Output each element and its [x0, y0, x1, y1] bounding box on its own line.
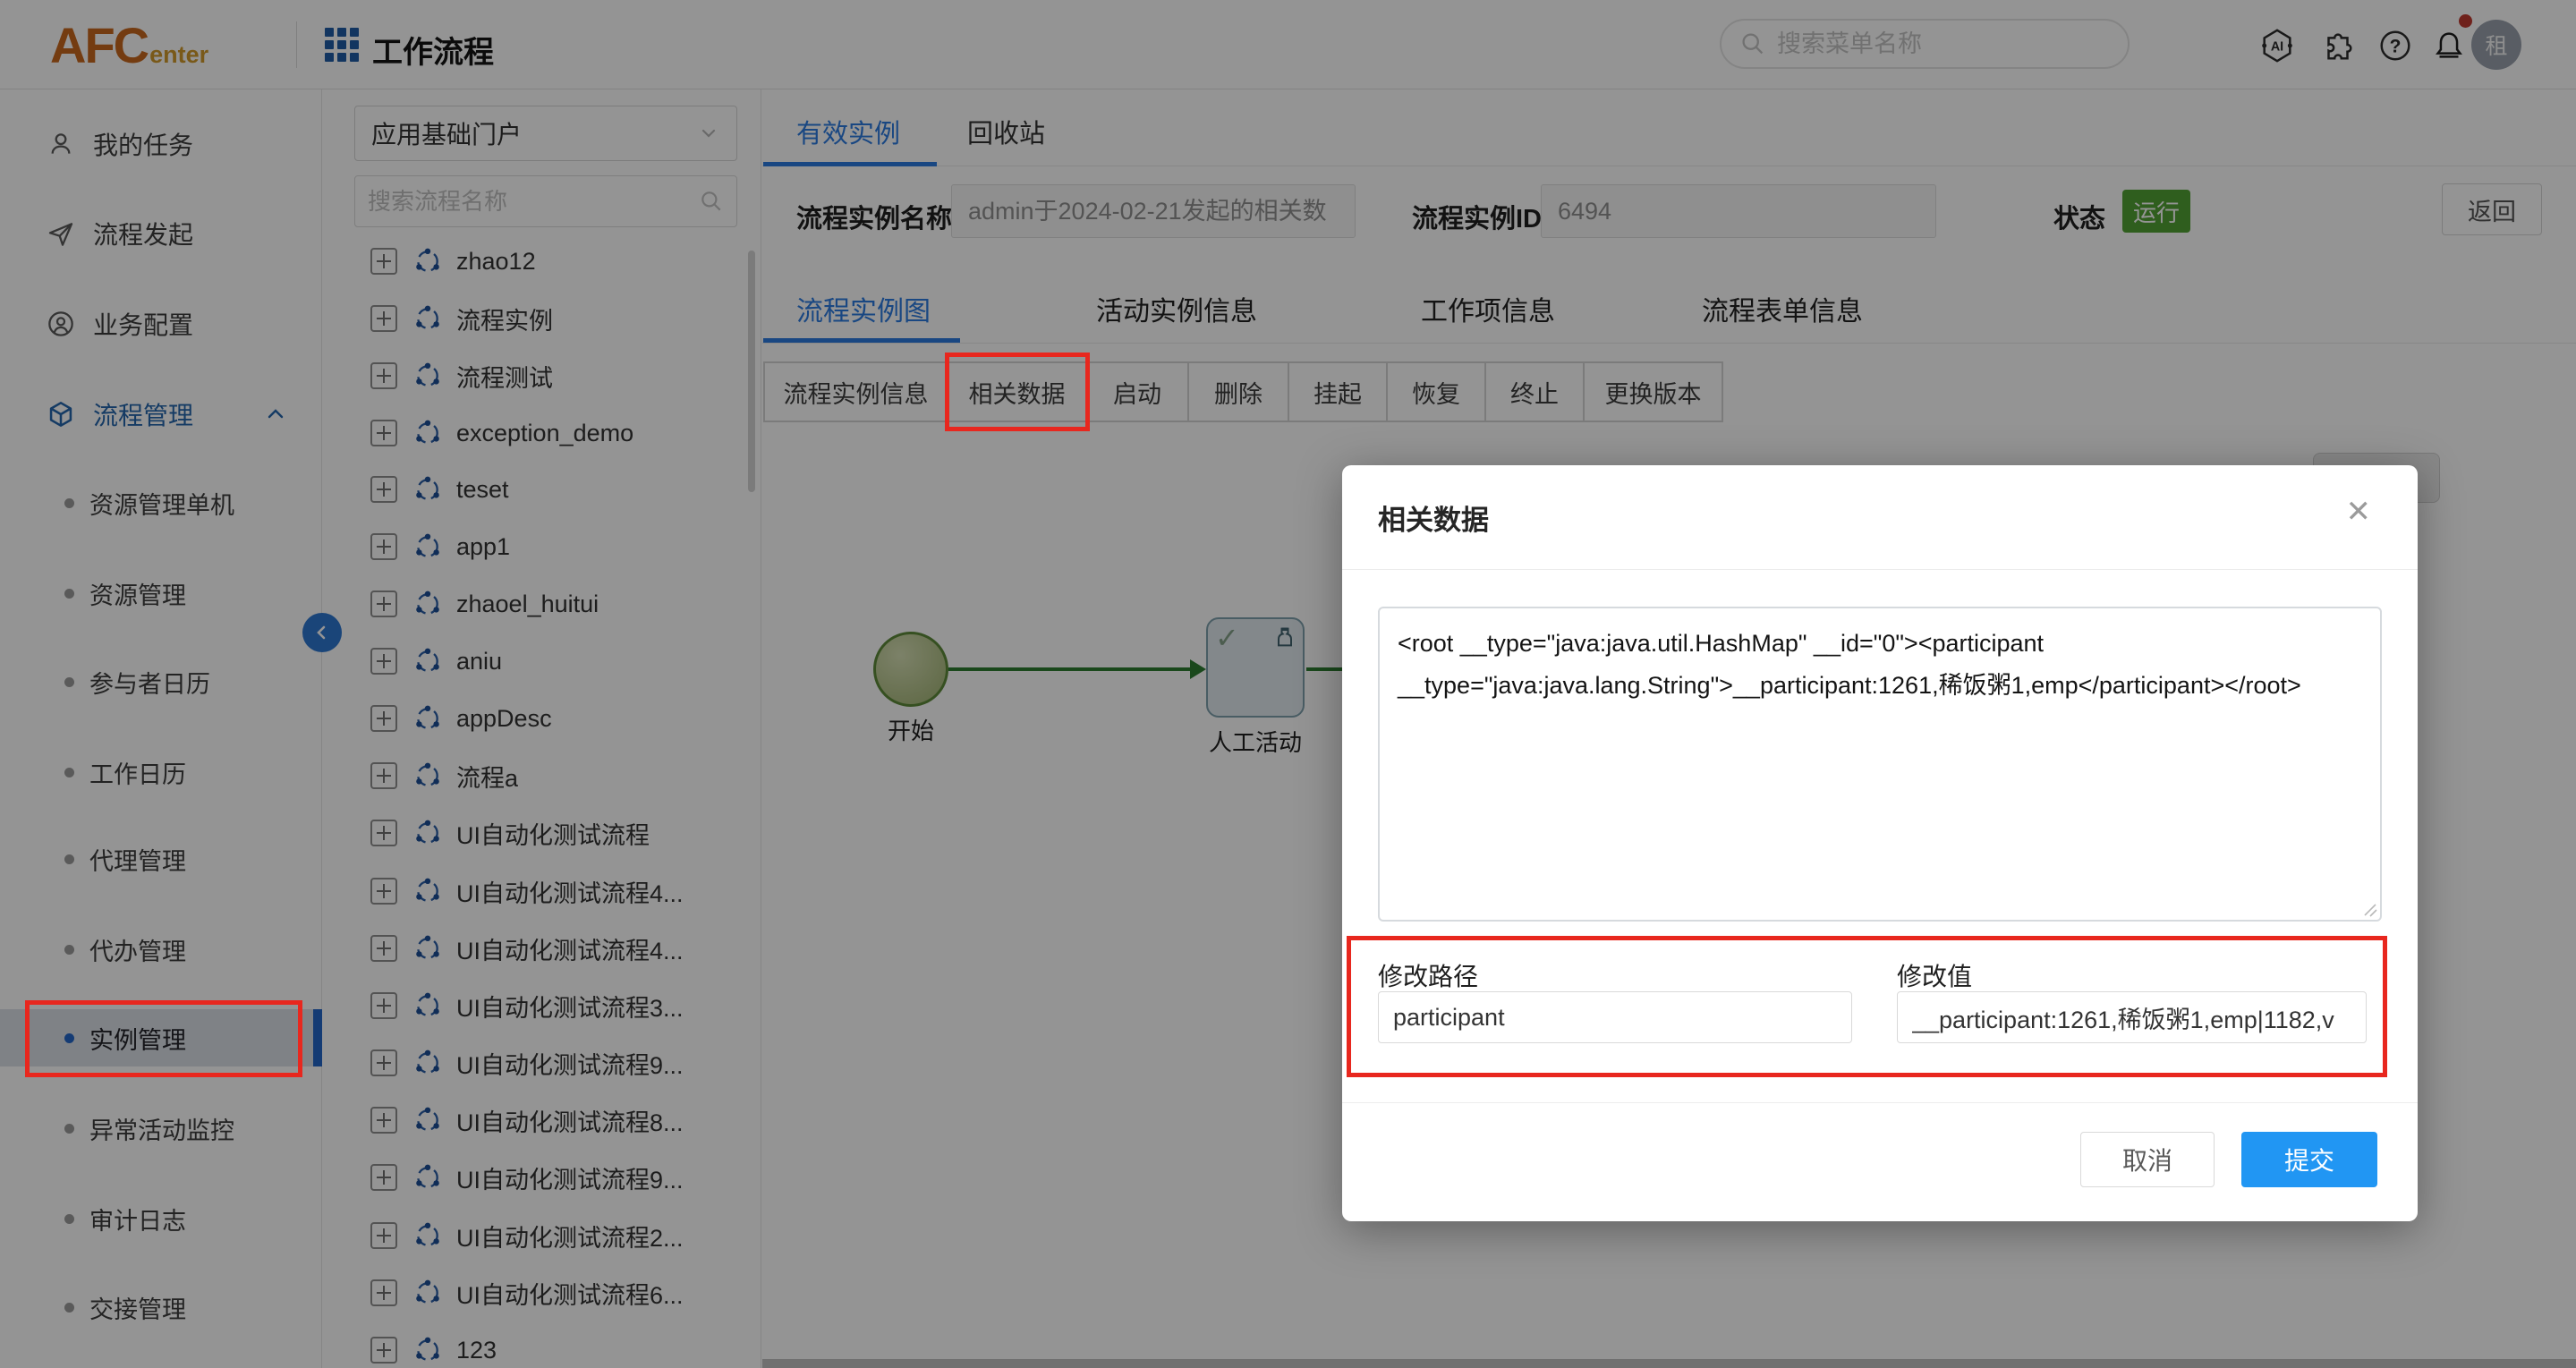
modify-value-input[interactable]: [1897, 991, 2367, 1043]
close-icon[interactable]: ✕: [2346, 494, 2372, 530]
cancel-button[interactable]: 取消: [2080, 1132, 2215, 1187]
modify-value-label: 修改值: [1897, 957, 1972, 993]
modify-path-input[interactable]: [1378, 991, 1852, 1043]
modify-path-label: 修改路径: [1378, 957, 1478, 993]
related-data-modal: 相关数据 ✕ <root __type="java:java.util.Hash…: [1342, 465, 2418, 1221]
modal-footer-divider: [1342, 1102, 2418, 1103]
resize-grip-icon[interactable]: [2362, 902, 2378, 918]
submit-button[interactable]: 提交: [2241, 1132, 2377, 1187]
modal-header-divider: [1342, 569, 2418, 570]
related-data-xml-textarea[interactable]: <root __type="java:java.util.HashMap" __…: [1378, 607, 2382, 922]
modal-title: 相关数据: [1378, 497, 1489, 538]
app-root: AFC enter 工作流程 AI ?: [0, 0, 2576, 1368]
